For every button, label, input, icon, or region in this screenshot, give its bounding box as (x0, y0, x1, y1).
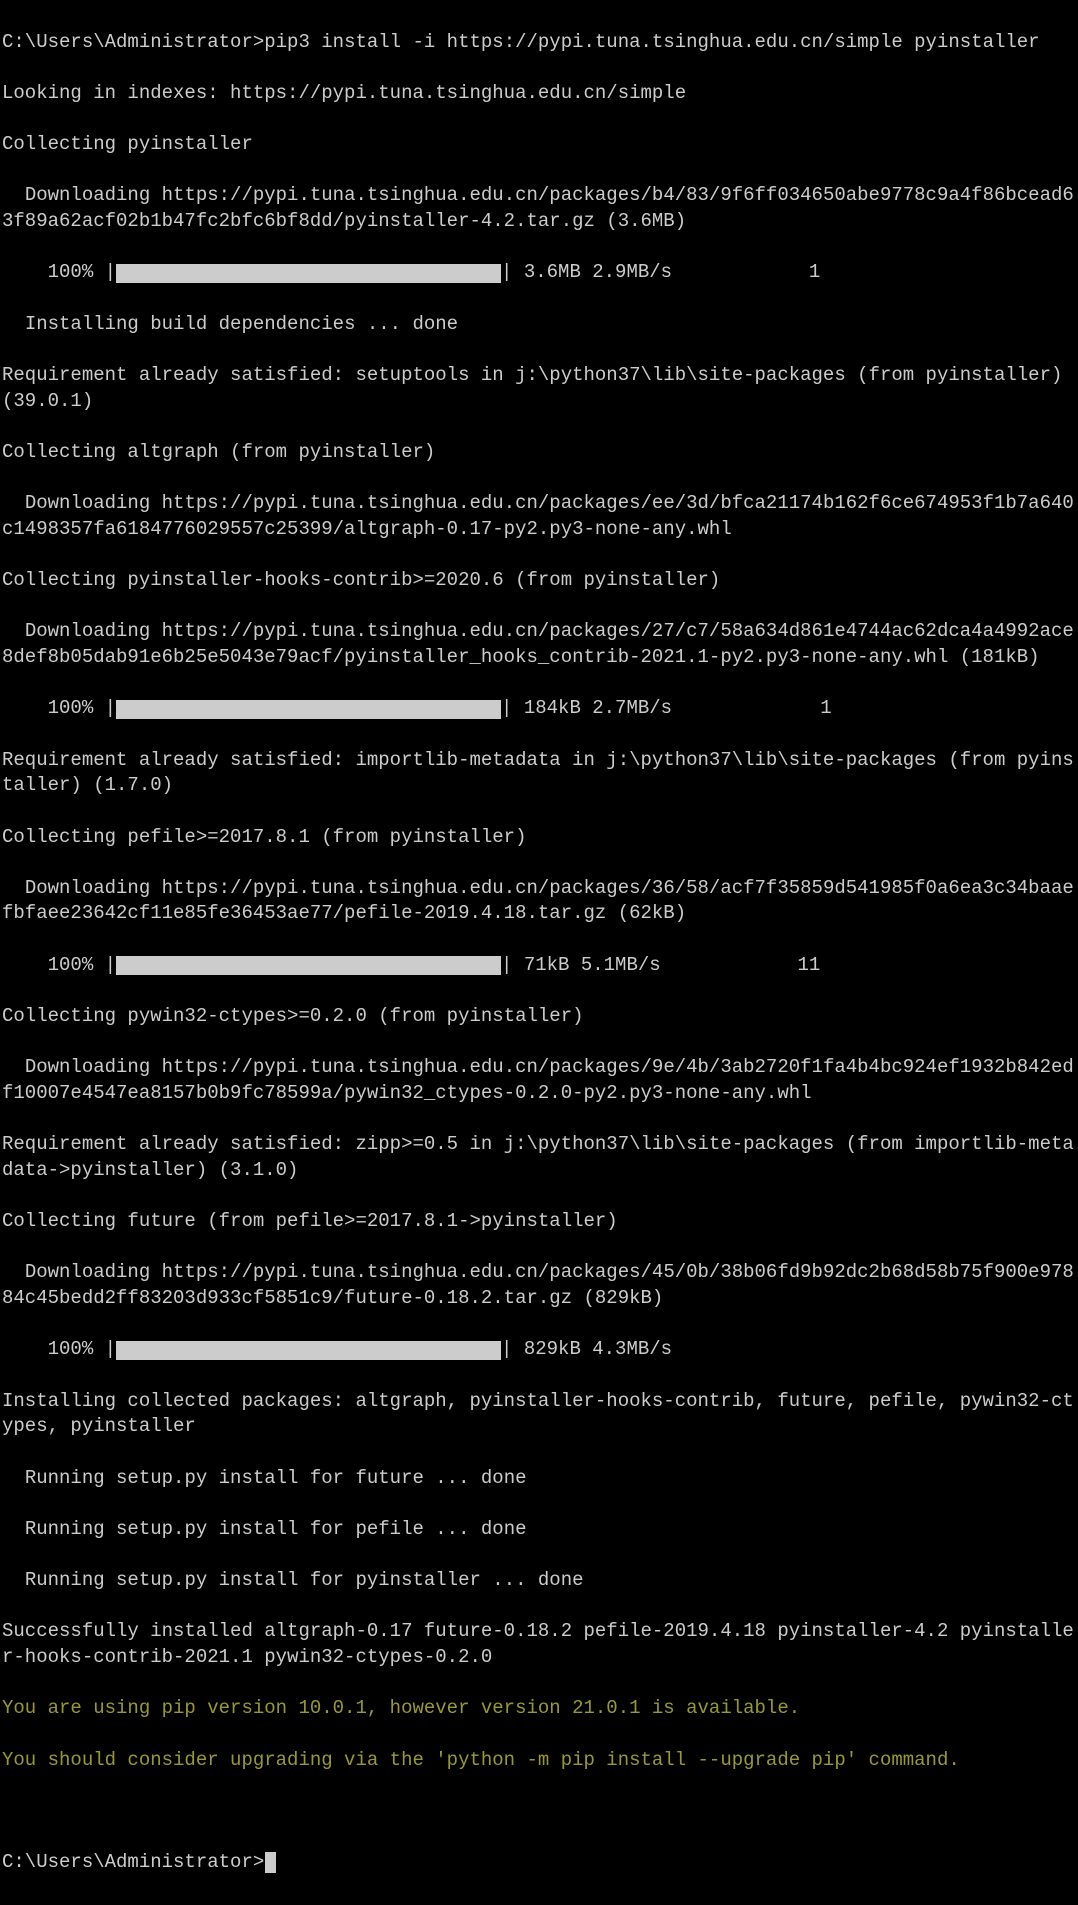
output-line: Collecting pyinstaller (2, 132, 1076, 158)
output-line: Successfully installed altgraph-0.17 fut… (2, 1619, 1076, 1670)
output-line: Running setup.py install for future ... … (2, 1466, 1076, 1492)
progress-bar-row: 100% | | 184kB 2.7MB/s 1 (2, 696, 1076, 722)
progress-percent: 100% | (2, 1337, 116, 1363)
pip-warning: You are using pip version 10.0.1, howeve… (2, 1696, 1076, 1722)
output-line: Downloading https://pypi.tuna.tsinghua.e… (2, 619, 1076, 670)
output-line: Installing build dependencies ... done (2, 312, 1076, 338)
prompt-path: C:\Users\Administrator> (2, 1851, 264, 1873)
output-line: Collecting pefile>=2017.8.1 (from pyinst… (2, 825, 1076, 851)
output-line: Running setup.py install for pyinstaller… (2, 1568, 1076, 1594)
progress-bar-row: 100% | | 829kB 4.3MB/s (2, 1337, 1076, 1363)
terminal-output[interactable]: C:\Users\Administrator>pip3 install -i h… (0, 0, 1078, 1905)
progress-percent: 100% | (2, 260, 116, 286)
output-line: Collecting pywin32-ctypes>=0.2.0 (from p… (2, 1004, 1076, 1030)
blank-line (2, 1799, 1076, 1825)
output-line: Downloading https://pypi.tuna.tsinghua.e… (2, 1055, 1076, 1106)
output-line: Downloading https://pypi.tuna.tsinghua.e… (2, 1260, 1076, 1311)
output-line: Downloading https://pypi.tuna.tsinghua.e… (2, 491, 1076, 542)
progress-stats: | 71kB 5.1MB/s 11 (501, 953, 820, 979)
prompt-line: C:\Users\Administrator> (2, 1850, 1076, 1876)
progress-stats: | 3.6MB 2.9MB/s 1 (501, 260, 820, 286)
output-line: Collecting future (from pefile>=2017.8.1… (2, 1209, 1076, 1235)
progress-bar-fill (116, 1341, 501, 1360)
progress-bar-fill (116, 264, 501, 283)
progress-percent: 100% | (2, 953, 116, 979)
progress-bar-fill (116, 700, 501, 719)
progress-percent: 100% | (2, 696, 116, 722)
progress-bar-row: 100% | | 3.6MB 2.9MB/s 1 (2, 260, 1076, 286)
output-line: Downloading https://pypi.tuna.tsinghua.e… (2, 876, 1076, 927)
prompt-line: C:\Users\Administrator>pip3 install -i h… (2, 30, 1076, 56)
output-line: Requirement already satisfied: zipp>=0.5… (2, 1132, 1076, 1183)
progress-bar-fill (116, 956, 501, 975)
progress-stats: | 184kB 2.7MB/s 1 (501, 696, 832, 722)
progress-stats: | 829kB 4.3MB/s (501, 1337, 672, 1363)
output-line: Requirement already satisfied: setuptool… (2, 363, 1076, 414)
progress-bar-row: 100% | | 71kB 5.1MB/s 11 (2, 953, 1076, 979)
pip-warning: You should consider upgrading via the 'p… (2, 1748, 1076, 1774)
output-line: Running setup.py install for pefile ... … (2, 1517, 1076, 1543)
output-line: Downloading https://pypi.tuna.tsinghua.e… (2, 183, 1076, 234)
output-line: Installing collected packages: altgraph,… (2, 1389, 1076, 1440)
prompt-path: C:\Users\Administrator> (2, 31, 264, 53)
output-line: Looking in indexes: https://pypi.tuna.ts… (2, 81, 1076, 107)
output-line: Requirement already satisfied: importlib… (2, 748, 1076, 799)
prompt-command: pip3 install -i https://pypi.tuna.tsingh… (264, 31, 1039, 53)
output-line: Collecting pyinstaller-hooks-contrib>=20… (2, 568, 1076, 594)
output-line: Collecting altgraph (from pyinstaller) (2, 440, 1076, 466)
cursor-icon (265, 1852, 276, 1873)
